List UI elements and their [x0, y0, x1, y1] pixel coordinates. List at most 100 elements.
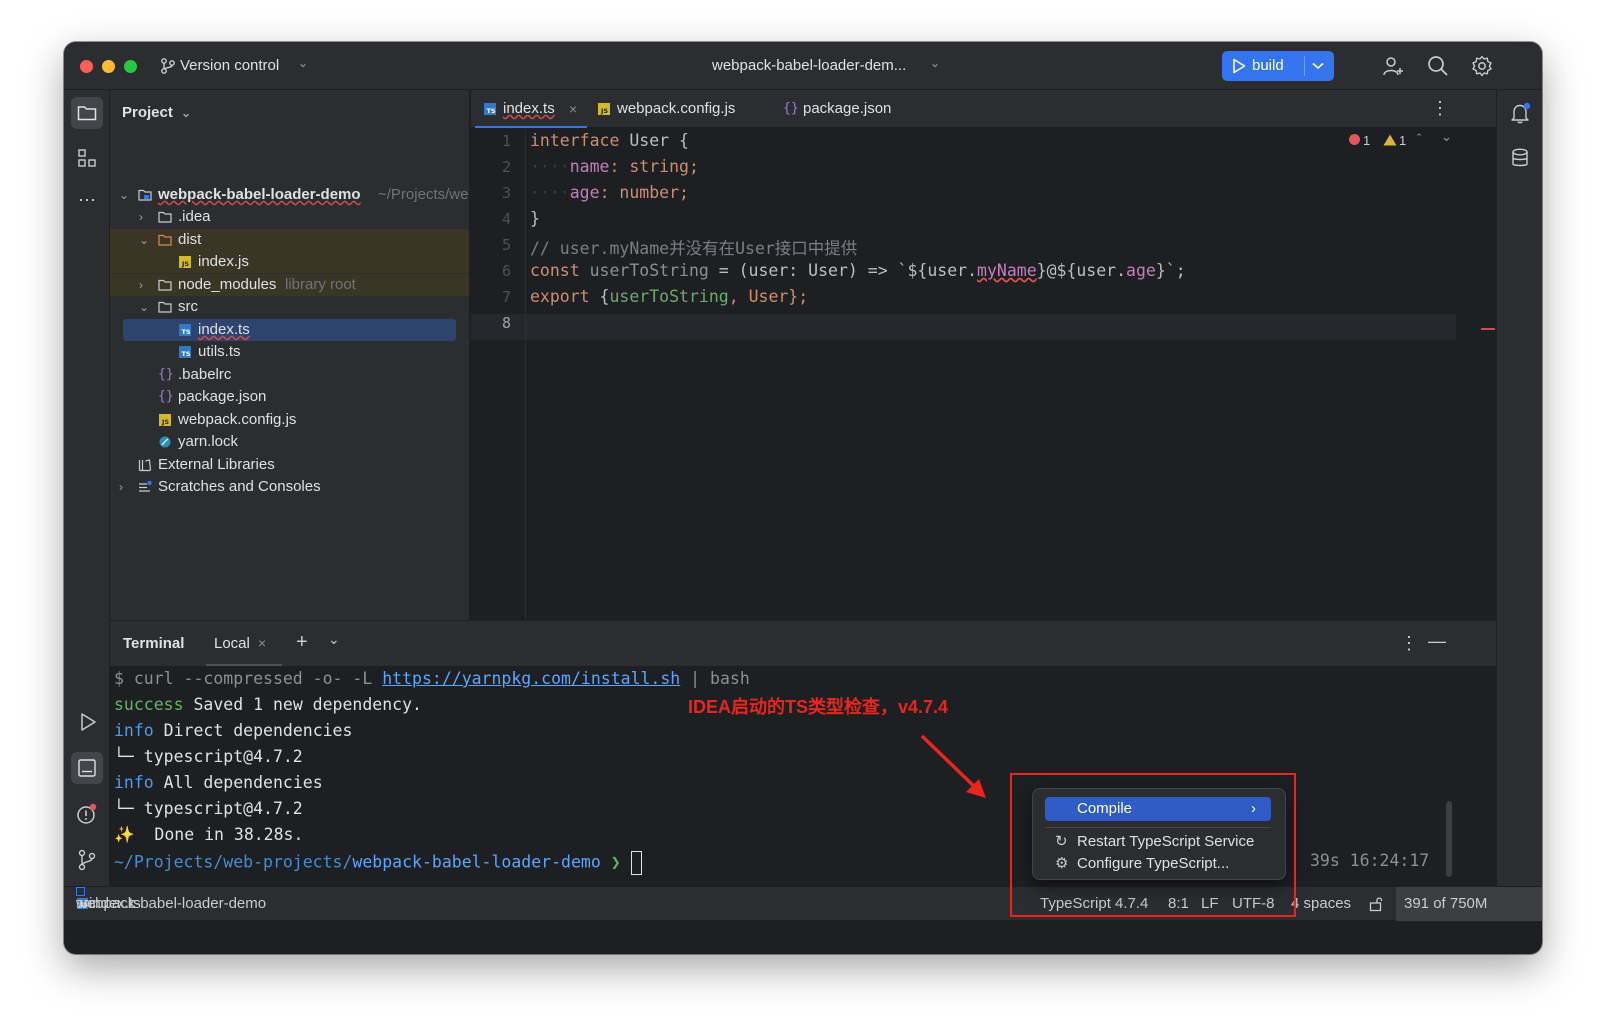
add-terminal-icon[interactable]: +	[296, 631, 308, 654]
title-bar: Version control ⌄ webpack-babel-loader-d…	[64, 42, 1542, 90]
tree-item-label: index.js	[198, 253, 249, 270]
install-script-link[interactable]: https://yarnpkg.com/install.sh	[382, 669, 680, 688]
tree-item-src[interactable]: ⌄ src	[110, 296, 469, 318]
code-editor[interactable]: 1 2 3 4 5 6 7 8 interface User { ····nam…	[471, 129, 1496, 619]
close-window-button[interactable]	[80, 60, 93, 73]
breadcrumb-file[interactable]: index.ts	[89, 887, 141, 921]
terminal-options-icon[interactable]: ⋮	[1400, 633, 1418, 654]
code-line-4: }	[530, 209, 540, 228]
svg-text:JS: JS	[181, 260, 189, 268]
line-number: 1	[501, 132, 511, 150]
typescript-file-icon: TS	[179, 346, 191, 358]
left-tool-strip: ⋯	[64, 90, 110, 886]
tree-item-label: webpack-babel-loader-demo	[158, 186, 361, 203]
yarn-icon	[159, 436, 171, 448]
tree-item-path: ~/Projects/we	[378, 186, 469, 203]
account-add-icon[interactable]	[1382, 55, 1404, 77]
chevron-down-icon[interactable]: ⌄	[328, 631, 340, 648]
run-configuration-build[interactable]: build	[1222, 51, 1334, 81]
run-config-label: build	[1252, 57, 1284, 74]
database-tool-button[interactable]	[1504, 142, 1536, 174]
tree-item-external-libraries[interactable]: External Libraries	[110, 454, 469, 476]
lock-icon[interactable]	[1369, 896, 1383, 912]
ide-window: Version control ⌄ webpack-babel-loader-d…	[64, 42, 1542, 954]
tree-item-dist-index-js[interactable]: JS index.js	[110, 251, 469, 273]
javascript-file-icon: JS	[179, 256, 191, 268]
tree-item-node-modules[interactable]: › node_modules library root	[110, 274, 469, 296]
tree-item-utils-ts[interactable]: TS utils.ts	[110, 341, 469, 363]
search-icon[interactable]	[1427, 55, 1449, 77]
chevron-down-icon[interactable]	[1312, 62, 1324, 70]
line-number: 6	[501, 262, 511, 280]
close-icon[interactable]: ×	[258, 635, 266, 651]
tree-item-idea[interactable]: › .idea	[110, 206, 469, 228]
chevron-down-icon: ⌄	[298, 56, 309, 70]
tree-item-package-json[interactable]: {} package.json	[110, 386, 469, 408]
right-tool-strip	[1496, 90, 1542, 886]
error-icon	[1349, 134, 1360, 145]
problems-tool-button[interactable]	[71, 798, 103, 830]
tree-item-yarn-lock[interactable]: yarn.lock	[110, 431, 469, 453]
tree-item-dist[interactable]: ⌄ dist	[110, 229, 469, 251]
next-problem-icon[interactable]: ⌄	[1441, 129, 1452, 145]
notifications-button[interactable]	[1504, 97, 1536, 129]
project-panel-title-label: Project	[122, 104, 173, 121]
folder-icon	[77, 106, 97, 121]
scratches-icon	[139, 480, 152, 492]
tree-item-webpack-config[interactable]: JS webpack.config.js	[110, 409, 469, 431]
terminal-tab-label: Local	[214, 635, 250, 652]
tree-item-babelrc[interactable]: {} .babelrc	[110, 364, 469, 386]
terminal-line-dep-2: └─ typescript@4.7.2	[114, 799, 303, 818]
terminal-cursor	[630, 851, 642, 875]
svg-text:JS: JS	[161, 418, 169, 426]
tree-item-scratches[interactable]: › Scratches and Consoles	[110, 476, 469, 498]
tab-package-json[interactable]: {} package.json	[779, 90, 909, 128]
memory-indicator[interactable]: 391 of 750M	[1396, 887, 1542, 921]
git-tool-button[interactable]	[71, 844, 103, 876]
close-icon[interactable]: ×	[569, 90, 577, 128]
chevron-expanded-icon: ⌄	[119, 188, 130, 202]
tree-item-label: webpack.config.js	[178, 411, 297, 428]
json-file-icon: {}	[783, 101, 799, 116]
unresolved-property-error[interactable]: myName	[977, 261, 1037, 280]
tree-item-label: src	[178, 298, 198, 315]
tree-item-root[interactable]: ⌄ webpack-babel-loader-demo ~/Projects/w…	[110, 184, 469, 206]
tab-actions-more-icon[interactable]: ⋮	[1431, 98, 1449, 119]
zoom-window-button[interactable]	[124, 60, 137, 73]
chevron-down-icon: ⌄	[181, 106, 192, 120]
json-file-icon: {}	[158, 389, 174, 404]
branch-icon	[78, 849, 96, 871]
tree-item-label: .idea	[178, 208, 211, 225]
code-line-1: interface User {	[530, 131, 689, 150]
warning-icon	[1383, 134, 1397, 146]
structure-tool-button[interactable]	[71, 142, 103, 174]
previous-problem-icon[interactable]: ˆ	[1417, 131, 1421, 146]
project-tool-button[interactable]	[71, 97, 103, 129]
breadcrumb: webpack-babel-loader-demo › src › TS ind…	[76, 887, 266, 921]
tree-item-index-ts[interactable]: TS index.ts	[123, 319, 456, 341]
folder-icon	[158, 279, 172, 291]
code-line-3: ····age: number;	[530, 183, 689, 202]
minimize-window-button[interactable]	[102, 60, 115, 73]
terminal-tool-button[interactable]	[71, 752, 103, 784]
tab-webpack-config[interactable]: JS webpack.config.js	[593, 90, 763, 128]
run-tool-button[interactable]	[71, 706, 103, 738]
more-tools-button[interactable]: ⋯	[71, 186, 103, 218]
terminal-scrollbar[interactable]	[1446, 801, 1452, 877]
tab-label: package.json	[803, 100, 892, 117]
minimize-icon[interactable]: —	[1428, 631, 1446, 652]
project-panel-title[interactable]: Project ⌄	[122, 104, 191, 121]
branch-icon	[161, 58, 175, 74]
version-control-label: Version control	[180, 57, 280, 74]
current-line-highlight	[471, 314, 1456, 340]
terminal-tab-local[interactable]: Local ×	[206, 621, 282, 667]
tree-item-label: Scratches and Consoles	[158, 478, 321, 495]
indent-settings[interactable]: 4 spaces	[1291, 887, 1351, 921]
terminal-icon	[78, 759, 96, 777]
tab-index-ts[interactable]: TS index.ts ×	[475, 90, 587, 128]
code-line-6: const userToString = (user: User) => `${…	[530, 261, 1186, 280]
error-stripe-marker[interactable]	[1481, 328, 1495, 330]
annotation-highlight-box	[1010, 773, 1296, 917]
structure-icon	[78, 149, 96, 167]
gear-icon[interactable]	[1471, 55, 1493, 77]
